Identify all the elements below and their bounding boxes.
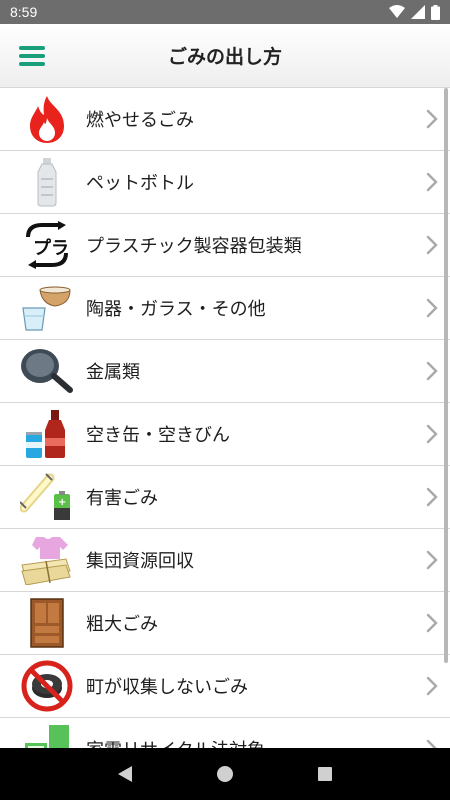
- list-item-label: ペットボトル: [86, 173, 194, 194]
- list-item[interactable]: 金属類: [0, 340, 450, 403]
- list-item[interactable]: 空き缶・空きびん: [0, 403, 450, 466]
- appliance-icon: [20, 722, 74, 748]
- list-item-label: 陶器・ガラス・その他: [86, 299, 266, 320]
- list-item[interactable]: 町が収集しないごみ: [0, 655, 450, 718]
- fluorescent-battery-icon: +: [20, 470, 74, 524]
- clothes-newspaper-icon: [20, 533, 74, 587]
- plastic-bottle-icon: [20, 155, 74, 209]
- svg-text:+: +: [58, 497, 66, 508]
- status-bar: 8:59: [0, 0, 450, 24]
- home-circle-icon: [217, 766, 233, 782]
- no-tire-icon: [20, 659, 74, 713]
- list-item-label: 燃やせるごみ: [86, 110, 194, 131]
- fire-icon: [20, 92, 74, 146]
- back-triangle-icon: [118, 766, 132, 782]
- scrollbar[interactable]: [444, 88, 448, 663]
- plastic-recycle-icon: プラ: [20, 218, 74, 272]
- list-item-label: 町が収集しないごみ: [86, 677, 248, 698]
- home-button[interactable]: [205, 754, 245, 794]
- signal-icon: [389, 5, 405, 18]
- list-item-label: 金属類: [86, 362, 140, 383]
- cabinet-icon: [20, 596, 74, 650]
- system-nav-bar: [0, 748, 450, 800]
- can-bottle-icon: [20, 407, 74, 461]
- back-button[interactable]: [105, 754, 145, 794]
- recents-button[interactable]: [305, 754, 345, 794]
- chevron-right-icon: [414, 739, 450, 748]
- list-item-label: プラスチック製容器包装類: [86, 236, 302, 257]
- list-item[interactable]: 粗大ごみ: [0, 592, 450, 655]
- menu-button[interactable]: [0, 24, 64, 88]
- list-item[interactable]: プラ プラスチック製容器包装類: [0, 214, 450, 277]
- list-item[interactable]: ペットボトル: [0, 151, 450, 214]
- chevron-right-icon: [414, 676, 450, 696]
- app-bar: ごみの出し方: [0, 24, 450, 88]
- status-time: 8:59: [10, 4, 38, 20]
- garbage-category-list[interactable]: 燃やせるごみ ペットボトル プラ プラスチック製容器包装類 陶器・ガラス・その他…: [0, 88, 450, 748]
- bowl-glass-icon: [20, 281, 74, 335]
- svg-text:プラ: プラ: [33, 237, 69, 259]
- status-icons: [389, 4, 440, 20]
- frying-pan-icon: [20, 344, 74, 398]
- list-item[interactable]: + 有害ごみ: [0, 466, 450, 529]
- list-item[interactable]: 集団資源回収: [0, 529, 450, 592]
- cellular-icon: [411, 5, 425, 19]
- list-item[interactable]: 陶器・ガラス・その他: [0, 277, 450, 340]
- list-item-label: 集団資源回収: [86, 551, 194, 572]
- list-item-label: 家電リサイクル法対象: [86, 736, 414, 748]
- page-title: ごみの出し方: [167, 46, 282, 68]
- list-item[interactable]: 家電リサイクル法対象: [0, 718, 450, 748]
- list-item[interactable]: 燃やせるごみ: [0, 88, 450, 151]
- list-item-label: 有害ごみ: [86, 488, 158, 509]
- list-item-label: 空き缶・空きびん: [86, 425, 230, 446]
- battery-icon: [431, 4, 440, 20]
- recents-square-icon: [318, 767, 332, 781]
- hamburger-menu-icon: [19, 45, 45, 66]
- list-item-label: 粗大ごみ: [86, 614, 158, 635]
